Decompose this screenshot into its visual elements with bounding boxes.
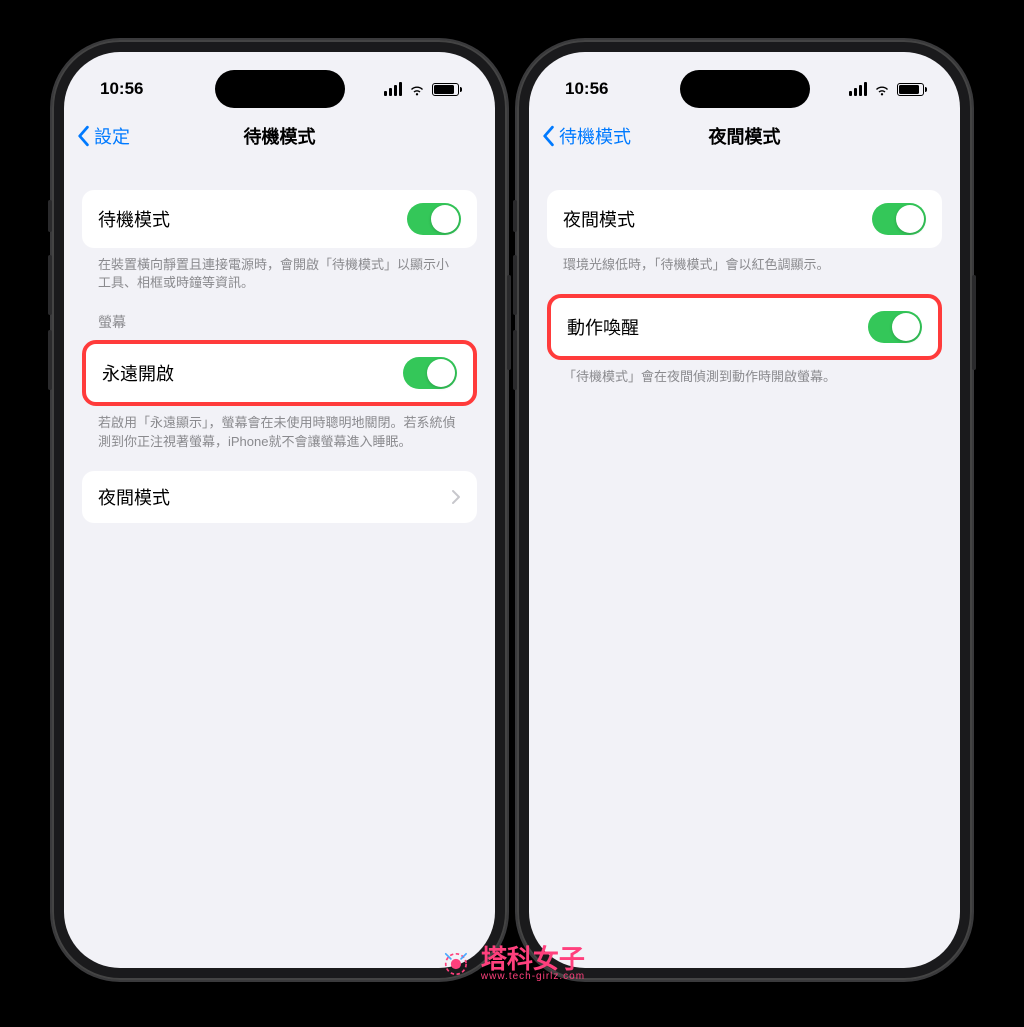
screen: 10:56 待機模式 夜間模式 夜間模式 環境光線: [529, 52, 960, 968]
toggle-on-icon[interactable]: [868, 311, 922, 343]
volume-up-button: [513, 255, 517, 315]
back-label: 設定: [94, 123, 130, 149]
settings-group-display: 螢幕 永遠開啟 若啟用「永遠顯示」，螢幕會在未使用時聰明地關閉。若系統偵測到你正…: [82, 312, 477, 450]
toggle-on-icon[interactable]: [407, 203, 461, 235]
row-label: 待機模式: [98, 206, 170, 232]
status-time: 10:56: [565, 79, 608, 99]
row-label: 夜間模式: [98, 484, 170, 510]
night-mode-row[interactable]: 夜間模式: [82, 471, 477, 523]
watermark: 塔科女子 www.tech-girlz.com: [439, 946, 585, 982]
back-label: 待機模式: [559, 123, 631, 149]
phone-left: 10:56 設定 待機模式 待機模式 在裝置橫向靜: [52, 40, 507, 980]
cellular-icon: [384, 82, 402, 96]
row-footer: 若啟用「永遠顯示」，螢幕會在未使用時聰明地關閉。若系統偵測到你正注視著螢幕，iP…: [82, 406, 477, 450]
dynamic-island: [215, 70, 345, 108]
row-footer: 「待機模式」會在夜間偵測到動作時開啟螢幕。: [547, 360, 942, 386]
settings-group-standby: 待機模式 在裝置橫向靜置且連接電源時，會開啟「待機模式」以顯示小工具、相框或時鐘…: [82, 190, 477, 292]
settings-content: 夜間模式 環境光線低時，「待機模式」會以紅色調顯示。 動作喚醒 「待機模式」會在…: [529, 170, 960, 968]
power-button: [972, 275, 976, 370]
night-mode-toggle-row[interactable]: 夜間模式: [547, 190, 942, 248]
row-footer: 在裝置橫向靜置且連接電源時，會開啟「待機模式」以顯示小工具、相框或時鐘等資訊。: [82, 248, 477, 292]
status-indicators: [384, 82, 459, 96]
chevron-left-icon: [541, 125, 555, 147]
back-button[interactable]: 設定: [76, 123, 130, 149]
toggle-on-icon[interactable]: [403, 357, 457, 389]
watermark-url: www.tech-girlz.com: [481, 972, 585, 982]
standby-toggle-row[interactable]: 待機模式: [82, 190, 477, 248]
navigation-bar: 待機模式 夜間模式: [529, 112, 960, 160]
motion-wake-toggle-row[interactable]: 動作喚醒: [547, 294, 942, 360]
volume-up-button: [48, 255, 52, 315]
side-button: [513, 200, 517, 232]
always-on-toggle-row[interactable]: 永遠開啟: [82, 340, 477, 406]
wifi-icon: [873, 82, 891, 96]
toggle-on-icon[interactable]: [872, 203, 926, 235]
status-time: 10:56: [100, 79, 143, 99]
settings-group-wake: 動作喚醒 「待機模式」會在夜間偵測到動作時開啟螢幕。: [547, 294, 942, 386]
dynamic-island: [680, 70, 810, 108]
chevron-left-icon: [76, 125, 90, 147]
page-title: 待機模式: [244, 123, 316, 149]
volume-down-button: [513, 330, 517, 390]
row-label: 夜間模式: [563, 206, 635, 232]
page-title: 夜間模式: [709, 123, 781, 149]
phone-right: 10:56 待機模式 夜間模式 夜間模式 環境光線: [517, 40, 972, 980]
battery-icon: [897, 83, 924, 96]
navigation-bar: 設定 待機模式: [64, 112, 495, 160]
status-indicators: [849, 82, 924, 96]
battery-icon: [432, 83, 459, 96]
back-button[interactable]: 待機模式: [541, 123, 631, 149]
wifi-icon: [408, 82, 426, 96]
settings-content: 待機模式 在裝置橫向靜置且連接電源時，會開啟「待機模式」以顯示小工具、相框或時鐘…: [64, 170, 495, 968]
group-header: 螢幕: [82, 312, 477, 340]
settings-group-night: 夜間模式: [82, 471, 477, 523]
row-footer: 環境光線低時，「待機模式」會以紅色調顯示。: [547, 248, 942, 274]
row-label: 永遠開啟: [102, 360, 174, 386]
volume-down-button: [48, 330, 52, 390]
power-button: [507, 275, 511, 370]
side-button: [48, 200, 52, 232]
chevron-right-icon: [451, 489, 461, 505]
screen: 10:56 設定 待機模式 待機模式 在裝置橫向靜: [64, 52, 495, 968]
row-label: 動作喚醒: [567, 314, 639, 340]
settings-group-night: 夜間模式 環境光線低時，「待機模式」會以紅色調顯示。: [547, 190, 942, 274]
watermark-text: 塔科女子: [481, 946, 585, 972]
cellular-icon: [849, 82, 867, 96]
watermark-logo-icon: [439, 947, 473, 981]
